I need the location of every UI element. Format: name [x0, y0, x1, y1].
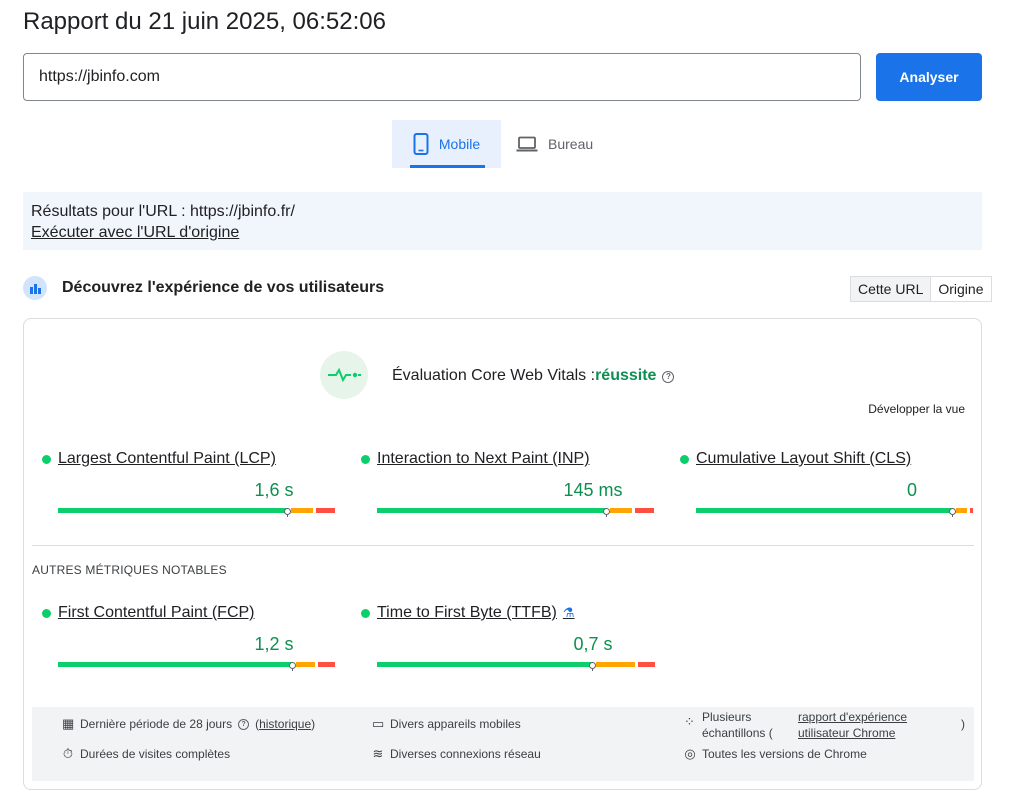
data-info-footer: ▦ Dernière période de 28 jours ? (histor…: [32, 707, 974, 781]
metric-fcp: First Contentful Paint (FCP) 1,2 s: [42, 604, 335, 676]
distribution-bar: [58, 662, 335, 671]
average-segment: [610, 508, 632, 513]
visits-item: ⏱ Durées de visites complètes: [62, 746, 230, 762]
cwv-assessment: Évaluation Core Web Vitals :réussite?: [392, 367, 675, 385]
url-input[interactable]: [23, 53, 861, 101]
devices-text: Divers appareils mobiles: [390, 717, 521, 731]
crux-report-link[interactable]: rapport d'expérience utilisateur Chrome: [798, 709, 928, 741]
laptop-icon: [516, 136, 538, 152]
metric-value: 0,7 s: [573, 634, 613, 654]
average-segment: [291, 508, 313, 513]
history-paren: (historique): [255, 717, 316, 731]
help-icon[interactable]: ?: [238, 718, 250, 730]
samples-item: ⁘ Plusieurs échantillons ( rapport d'exp…: [684, 709, 972, 743]
p75-marker: [603, 508, 610, 517]
period-text: Dernière période de 28 jours: [80, 717, 233, 731]
users-experience-icon: [23, 276, 47, 300]
metric-value: 145 ms: [563, 480, 623, 500]
metric-name[interactable]: Interaction to Next Paint (INP): [377, 450, 590, 468]
tab-mobile[interactable]: Mobile: [392, 120, 501, 168]
average-segment: [596, 662, 635, 667]
help-icon[interactable]: ?: [662, 371, 675, 383]
good-segment: [377, 508, 607, 513]
network-item: ≋ Diverses connexions réseau: [372, 746, 541, 762]
samples-icon: ⁘: [684, 714, 695, 729]
toggle-origin[interactable]: Origine: [931, 277, 990, 301]
tab-mobile-label: Mobile: [438, 136, 481, 152]
divider: [32, 545, 974, 546]
visits-text: Durées de visites complètes: [80, 747, 231, 761]
metric-inp: Interaction to Next Paint (INP) 145 ms: [361, 450, 654, 522]
metric-value: 1,6 s: [254, 480, 294, 500]
cwv-pulse-icon: [320, 351, 368, 399]
tab-desktop-label: Bureau: [548, 136, 594, 152]
report-title: Rapport du 21 juin 2025, 06:52:06: [23, 8, 386, 35]
metric-value: 1,2 s: [254, 634, 294, 654]
distribution-bar: [58, 508, 335, 517]
p75-marker: [284, 508, 291, 517]
metric-ttfb: Time to First Byte (TTFB) ⚗ 0,7 s: [361, 604, 655, 676]
poor-segment: [970, 508, 973, 513]
chrome-text: Toutes les versions de Chrome: [702, 747, 867, 761]
average-segment: [956, 508, 967, 513]
run-origin-url-link[interactable]: Exécuter avec l'URL d'origine: [31, 224, 239, 242]
samples-text: Plusieurs échantillons (: [702, 710, 773, 740]
status-dot: [361, 609, 370, 618]
calendar-icon: ▦: [62, 716, 75, 731]
poor-segment: [316, 508, 335, 513]
metric-lcp: Largest Contentful Paint (LCP) 1,6 s: [42, 450, 335, 522]
p75-marker: [949, 508, 956, 517]
distribution-bar: [696, 508, 973, 517]
good-segment: [696, 508, 953, 513]
poor-segment: [318, 662, 335, 667]
network-text: Diverses connexions réseau: [390, 747, 541, 761]
devices-item: ▭ Divers appareils mobiles: [372, 716, 521, 732]
expand-view-link[interactable]: Développer la vue: [868, 402, 965, 416]
metric-value: 0: [906, 480, 917, 500]
metric-name[interactable]: Largest Contentful Paint (LCP): [58, 450, 276, 468]
metric-cls: Cumulative Layout Shift (CLS) 0: [680, 450, 973, 522]
good-segment: [58, 662, 293, 667]
status-dot: [42, 455, 51, 464]
cwv-label-text: Évaluation Core Web Vitals :: [392, 367, 596, 384]
cwv-status: réussite: [595, 367, 657, 384]
smartphone-icon: [413, 133, 429, 155]
chrome-icon: ◎: [684, 746, 696, 761]
average-segment: [296, 662, 315, 667]
samples-close-paren: ): [961, 717, 965, 731]
section-title: Découvrez l'expérience de vos utilisateu…: [62, 279, 385, 296]
good-segment: [377, 662, 593, 667]
results-url-text: Résultats pour l'URL : https://jbinfo.fr…: [31, 203, 295, 220]
good-segment: [58, 508, 288, 513]
toggle-this-url[interactable]: Cette URL: [851, 277, 932, 301]
timer-icon: ⏱: [62, 746, 74, 761]
metric-name[interactable]: Cumulative Layout Shift (CLS): [696, 450, 911, 468]
analyze-button[interactable]: Analyser: [876, 53, 982, 101]
url-banner: Résultats pour l'URL : https://jbinfo.fr…: [23, 192, 982, 250]
status-dot: [361, 455, 370, 464]
tab-desktop[interactable]: Bureau: [516, 120, 606, 168]
chrome-item: ◎ Toutes les versions de Chrome: [684, 746, 867, 762]
distribution-bar: [377, 508, 654, 517]
flask-icon: ⚗: [562, 605, 575, 620]
field-data-panel: Évaluation Core Web Vitals :réussite? Dé…: [23, 318, 982, 790]
other-metrics-title: AUTRES MÉTRIQUES NOTABLES: [32, 563, 227, 577]
p75-marker: [589, 662, 596, 671]
period-item: ▦ Dernière période de 28 jours ? (histor…: [62, 716, 315, 732]
status-dot: [42, 609, 51, 618]
status-dot: [680, 455, 689, 464]
history-link[interactable]: historique: [259, 717, 311, 731]
devices-icon: ▭: [372, 716, 385, 731]
metric-name[interactable]: First Contentful Paint (FCP): [58, 604, 255, 622]
url-origin-toggle: Cette URL Origine: [850, 276, 992, 302]
wifi-icon: ≋: [372, 746, 384, 761]
metric-name-text: Time to First Byte (TTFB): [377, 604, 557, 621]
poor-segment: [635, 508, 654, 513]
poor-segment: [638, 662, 655, 667]
distribution-bar: [377, 662, 655, 671]
metric-name[interactable]: Time to First Byte (TTFB) ⚗: [377, 604, 575, 622]
p75-marker: [289, 662, 296, 671]
